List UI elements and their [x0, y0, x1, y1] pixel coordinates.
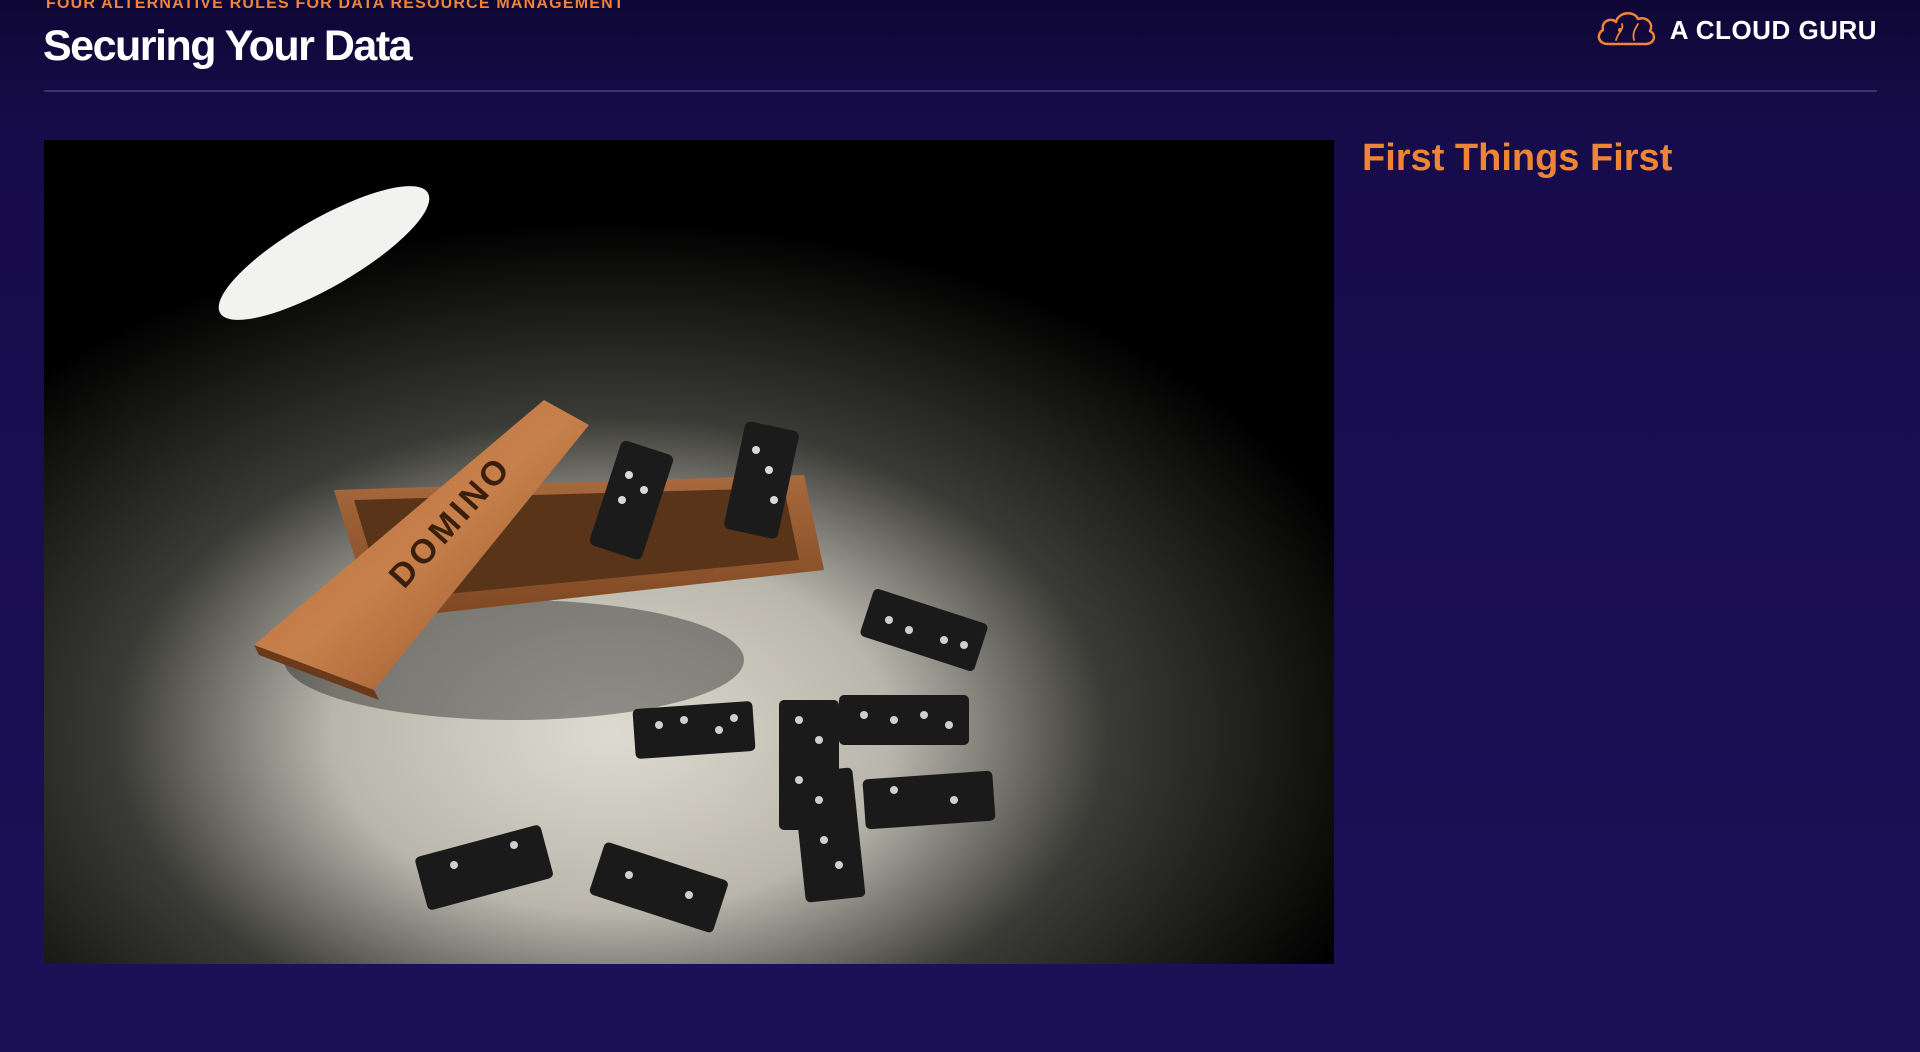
cloud-logo-icon — [1594, 8, 1658, 53]
header-divider — [44, 90, 1877, 92]
slide-kicker: FOUR ALTERNATIVE RULES FOR DATA RESOURCE… — [46, 0, 625, 12]
section-heading: First Things First — [1362, 137, 1673, 179]
dominoes-photo: DOMINO — [44, 140, 1334, 964]
brand-logo: A CLOUD GURU — [1594, 8, 1877, 53]
brand-name: A CLOUD GURU — [1669, 15, 1877, 45]
page-title: Securing Your Data — [43, 22, 413, 70]
